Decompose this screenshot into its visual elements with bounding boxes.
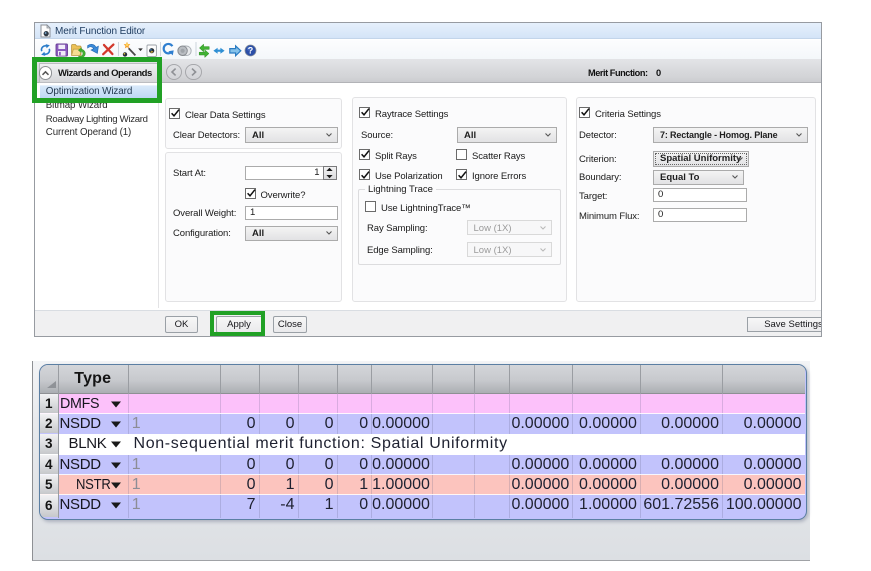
svg-text:?: ? [248, 45, 254, 55]
